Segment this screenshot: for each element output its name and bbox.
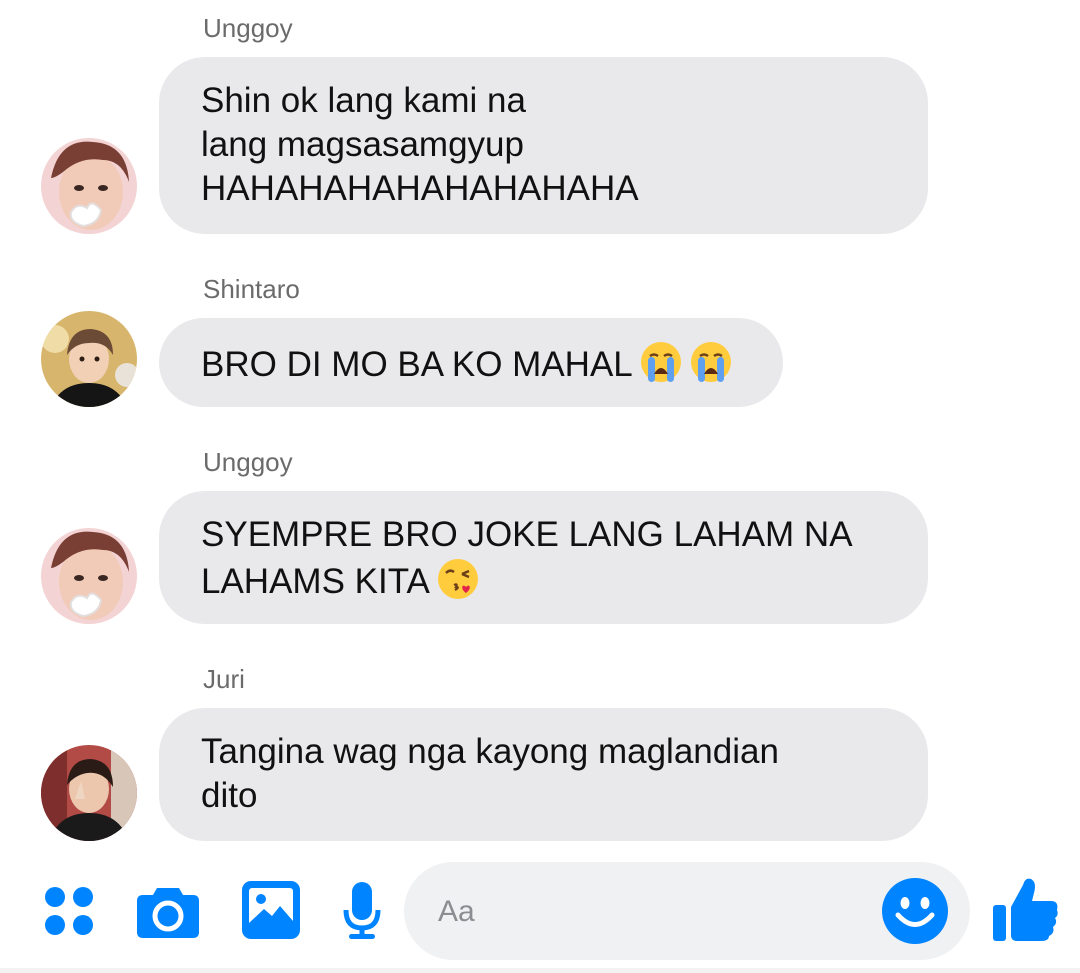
message-line: dito — [201, 776, 258, 815]
face-blowing-kiss-emoji — [436, 557, 480, 612]
microphone-icon[interactable] — [343, 882, 381, 945]
message-line: lang magsasamgyup — [201, 125, 524, 164]
avatar[interactable] — [41, 745, 137, 841]
message-line: SYEMPRE BRO JOKE LANG LAHAM NA — [201, 515, 853, 554]
message-bubble[interactable]: Shin ok lang kami na lang magsasamgyup H… — [159, 57, 928, 234]
message-line: Shin ok lang kami na — [201, 81, 526, 120]
message-bubble[interactable]: Tangina wag nga kayong maglandian dito — [159, 708, 928, 841]
sender-name: Unggoy — [203, 13, 293, 43]
loudly-crying-face-emoji — [689, 340, 733, 395]
message-line: BRO DI MO BA KO MAHAL — [201, 340, 743, 395]
message-bubble[interactable]: SYEMPRE BRO JOKE LANG LAHAM NA LAHAMS KI… — [159, 491, 928, 624]
emoji-icon[interactable] — [882, 878, 948, 949]
message-input-container[interactable] — [404, 862, 970, 960]
more-apps-icon[interactable] — [42, 884, 96, 943]
message-bubble[interactable]: BRO DI MO BA KO MAHAL — [159, 318, 783, 407]
bottom-divider — [0, 968, 1080, 973]
sender-name: Shintaro — [203, 274, 300, 304]
sender-name: Juri — [203, 664, 245, 694]
avatar[interactable] — [41, 311, 137, 407]
avatar[interactable] — [41, 528, 137, 624]
message-line: Tangina wag nga kayong maglandian — [201, 732, 779, 771]
avatar[interactable] — [41, 138, 137, 234]
message-input[interactable] — [436, 890, 860, 934]
message-text: BRO DI MO BA KO MAHAL — [201, 345, 633, 384]
message-line: LAHAMS KITA — [201, 557, 888, 612]
camera-icon[interactable] — [137, 882, 199, 943]
chat-screen: Unggoy Shin ok lang kami na lang magsasa… — [0, 0, 1080, 973]
message-line: HAHAHAHAHAHAHAHAHA — [201, 169, 639, 208]
sender-name: Unggoy — [203, 447, 293, 477]
message-text: LAHAMS KITA — [201, 562, 430, 601]
gallery-icon[interactable] — [242, 881, 300, 944]
loudly-crying-face-emoji — [639, 340, 683, 395]
thumbs-up-icon[interactable] — [993, 875, 1059, 948]
